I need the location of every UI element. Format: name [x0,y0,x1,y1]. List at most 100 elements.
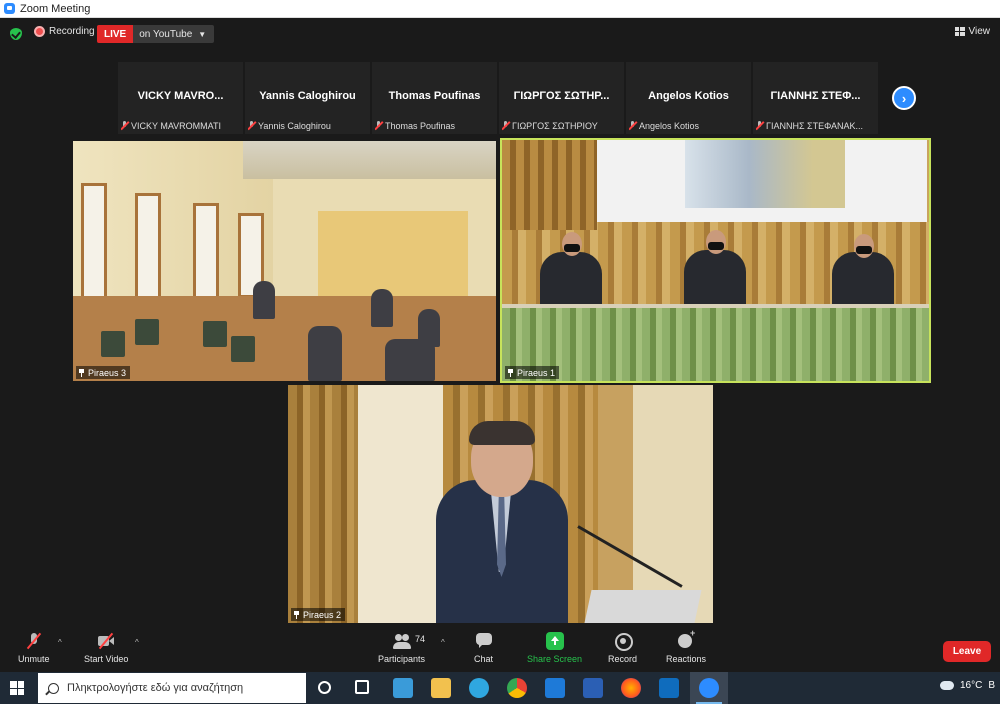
participant-thumbnail[interactable]: Angelos Kotios Angelos Kotios [626,62,751,134]
shield-icon[interactable] [10,28,22,40]
participant-thumbnail-strip: VICKY MAVRO... VICKY MAVROMMATI Yannis C… [118,62,878,134]
chat-icon [475,632,493,650]
cortana-icon[interactable] [318,681,331,694]
grid-icon [954,27,965,36]
participant-display-name: Thomas Poufinas [388,90,481,102]
caret-down-icon: ▼ [198,29,207,39]
chat-label: Chat [474,654,494,664]
attendee [253,281,275,319]
zoom-app-icon [699,678,719,698]
live-target-dropdown[interactable]: on YouTube ▼ [133,25,215,43]
leave-button[interactable]: Leave [943,641,991,662]
file-explorer-icon[interactable] [431,678,451,698]
firefox-icon[interactable] [621,678,641,698]
share-screen-button[interactable]: Share Screen [527,632,582,664]
stage-curtain [502,140,597,230]
word-icon[interactable] [583,678,603,698]
chrome-icon[interactable] [507,678,527,698]
record-dot-icon [34,26,45,37]
video-tile-label: Piraeus 2 [291,608,346,621]
mic-muted-icon [248,121,255,130]
video-tile-piraeus-1[interactable]: Piraeus 1 [500,138,931,383]
task-view-icon[interactable] [355,680,369,694]
mail-icon[interactable] [545,678,565,698]
attendee [308,326,342,381]
start-video-button[interactable]: Start Video [84,632,128,664]
hall-window [135,193,161,313]
share-screen-label: Share Screen [527,654,583,664]
record-button[interactable]: Record [608,632,637,664]
temperature: 16°C [960,680,983,691]
view-label: View [968,26,991,37]
participant-full-name: Angelos Kotios [639,120,700,131]
weather-widget[interactable]: 16°C B [937,678,996,691]
panel-table-cloth [502,308,929,381]
pin-icon [293,610,300,619]
participant-thumbnail[interactable]: ΓΙΑΝΝΗΣ ΣΤΕΦ... ΓΙΑΝΝΗΣ ΣΤΕΦΑΝΑΚ... [753,62,878,134]
chat-button[interactable]: Chat [474,632,493,664]
participant-thumbnail[interactable]: Yannis Caloghirou Yannis Caloghirou [245,62,370,134]
video-tile-name: Piraeus 1 [517,367,556,378]
speaker-hair [469,421,535,445]
recording-indicator[interactable]: Recording [34,26,95,37]
outlook-icon[interactable] [659,678,679,698]
wall-panel [633,385,713,623]
participant-thumbnail[interactable]: Thomas Poufinas Thomas Poufinas [372,62,497,134]
search-icon [48,682,59,694]
participants-count: 74 [415,634,426,644]
participant-full-name: Yannis Caloghirou [258,120,331,131]
windows-taskbar: Πληκτρολογήστε εδώ για αναζήτηση 16°C B [0,672,1000,704]
face-mask [856,246,872,254]
participant-full-name: VICKY MAVROMMATI [131,120,222,131]
video-options-caret-icon[interactable]: ^ [135,638,139,647]
tray-text: B [988,680,996,691]
hall-window [193,203,219,303]
share-screen-icon [545,632,564,650]
participants-options-caret-icon[interactable]: ^ [441,638,445,647]
unmute-button[interactable]: Unmute [18,632,50,664]
meeting-top-bar: Recording LIVE on YouTube ▼ View [0,18,1000,50]
reactions-button[interactable]: Reactions [666,628,706,664]
video-tile-piraeus-2[interactable]: Piraeus 2 [288,385,713,623]
view-button[interactable]: View [954,26,991,37]
chair [231,336,255,362]
live-stream-indicator[interactable]: LIVE on YouTube ▼ [97,25,215,43]
chair [203,321,227,347]
participant-display-name: Angelos Kotios [648,90,729,102]
participant-full-name: ΓΙΩΡΓΟΣ ΣΩΤΗΡΙΟΥ [512,120,598,131]
record-label: Record [608,654,638,664]
audio-options-caret-icon[interactable]: ^ [58,638,62,647]
zoom-taskbar-button[interactable] [690,672,728,704]
wall-panel [358,385,443,623]
projection-screen [597,140,927,222]
participant-name-tag: ΓΙΩΡΓΟΣ ΣΩΤΗΡΙΟΥ [502,119,621,132]
pin-icon [78,368,85,377]
projected-image [685,140,845,208]
windows-start-icon[interactable] [10,681,24,695]
participant-full-name: ΓΙΑΝΝΗΣ ΣΤΕΦΑΝΑΚ... [766,120,864,131]
edge-icon[interactable] [469,678,489,698]
window-title: Zoom Meeting [20,2,91,15]
video-tile-label: Piraeus 1 [505,366,560,379]
store-icon[interactable] [393,678,413,698]
participant-full-name: Thomas Poufinas [385,120,456,131]
weather-cloud-icon [937,678,954,690]
participant-thumbnail[interactable]: VICKY MAVRO... VICKY MAVROMMATI [118,62,243,134]
video-tile-name: Piraeus 3 [88,367,127,378]
next-page-arrow-icon[interactable]: › [892,86,916,110]
participants-label: Participants [378,654,426,664]
video-tile-piraeus-3[interactable]: Piraeus 3 [73,141,496,381]
record-icon [614,632,633,651]
start-video-label: Start Video [84,654,129,664]
camera-off-icon [97,632,115,650]
pin-icon [507,368,514,377]
participant-thumbnail[interactable]: ΓΙΩΡΓΟΣ ΣΩΤΗΡ... ΓΙΩΡΓΟΣ ΣΩΤΗΡΙΟΥ [499,62,624,134]
taskbar-search-box[interactable]: Πληκτρολογήστε εδώ για αναζήτηση [38,673,306,703]
participant-name-tag: ΓΙΑΝΝΗΣ ΣΤΕΦΑΝΑΚ... [756,119,875,132]
video-tile-label: Piraeus 3 [76,366,131,379]
participants-icon [392,632,411,650]
unmute-label: Unmute [18,654,50,664]
mic-muted-icon [121,121,128,130]
participant-display-name: Yannis Caloghirou [259,90,356,102]
meeting-area: Recording LIVE on YouTube ▼ View VICKY M… [0,18,1000,628]
